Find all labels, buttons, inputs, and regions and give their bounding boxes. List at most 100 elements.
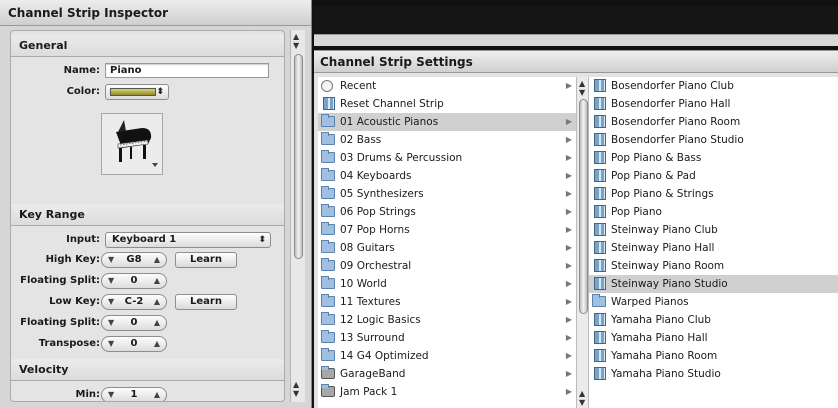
category-item[interactable]: 05 Synthesizers ▶: [318, 185, 586, 203]
inspector-scrollbar[interactable]: ▲ ▼ ▲ ▼: [290, 30, 305, 402]
velocity-section-heading[interactable]: Velocity: [11, 359, 284, 381]
channel-strip-icon: [594, 241, 606, 254]
folder-icon: [321, 240, 335, 253]
preset-item[interactable]: Warped Pianos: [589, 293, 838, 311]
category-item[interactable]: Recent ▶: [318, 77, 586, 95]
submenu-arrow-icon: ▶: [565, 315, 572, 324]
category-label: 09 Orchestral: [340, 260, 412, 272]
floating-split-stepper-2[interactable]: ▼ 0 ▲: [101, 315, 167, 331]
preset-item[interactable]: Yamaha Piano Club: [589, 311, 838, 329]
category-item[interactable]: 07 Pop Horns ▶: [318, 221, 586, 239]
preset-label: Pop Piano: [611, 206, 662, 218]
increment-icon[interactable]: ▲: [154, 253, 160, 267]
category-item[interactable]: 06 Pop Strings ▶: [318, 203, 586, 221]
scroll-down-icon[interactable]: ▲ ▼: [579, 389, 585, 407]
preset-item[interactable]: Pop Piano & Pad: [589, 167, 838, 185]
preset-item[interactable]: Bosendorfer Piano Hall: [589, 95, 838, 113]
channel-strip-icon: [594, 277, 606, 290]
decrement-icon[interactable]: ▼: [108, 388, 114, 401]
low-key-value: C-2: [124, 296, 144, 307]
folder-icon: [321, 330, 335, 343]
category-item[interactable]: 08 Guitars ▶: [318, 239, 586, 257]
key-range-section-heading[interactable]: Key Range: [11, 204, 284, 226]
category-label: 13 Surround: [340, 332, 405, 344]
decrement-icon[interactable]: ▼: [108, 316, 114, 330]
category-item[interactable]: 12 Logic Basics ▶: [318, 311, 586, 329]
preset-item[interactable]: Yamaha Piano Hall: [589, 329, 838, 347]
name-row: Name: Piano: [11, 63, 284, 81]
general-section-heading[interactable]: General: [11, 35, 284, 57]
increment-icon[interactable]: ▲: [154, 388, 160, 401]
preset-label: Yamaha Piano Club: [611, 314, 711, 326]
category-item[interactable]: 13 Surround ▶: [318, 329, 586, 347]
color-row: Color: ⬍: [11, 84, 284, 102]
submenu-arrow-icon: ▶: [565, 297, 572, 306]
folder-icon: [592, 294, 606, 307]
scroll-up-icon[interactable]: ▲ ▼: [293, 32, 299, 50]
preset-item[interactable]: Yamaha Piano Studio: [589, 365, 838, 383]
category-label: Recent: [340, 80, 377, 92]
floating-split-stepper-1[interactable]: ▼ 0 ▲: [101, 273, 167, 289]
channel-icon-well[interactable]: [101, 113, 163, 175]
folder-icon: [321, 276, 335, 289]
preset-item[interactable]: Yamaha Piano Room: [589, 347, 838, 365]
low-key-stepper[interactable]: ▼ C-2 ▲: [101, 294, 167, 310]
channel-strip-icon: [594, 313, 606, 326]
category-item[interactable]: 01 Acoustic Pianos ▶: [318, 113, 586, 131]
inspector-scroll-thumb[interactable]: [294, 54, 303, 259]
high-key-value: G8: [126, 254, 142, 265]
scroll-down-icon[interactable]: ▲ ▼: [293, 380, 299, 398]
preset-column: Bosendorfer Piano Club Bosendorfer Piano …: [588, 77, 838, 408]
name-field[interactable]: Piano: [105, 63, 269, 78]
scroll-up-icon[interactable]: ▲ ▼: [579, 79, 585, 97]
preset-item[interactable]: Pop Piano: [589, 203, 838, 221]
category-item[interactable]: GarageBand ▶: [318, 365, 586, 383]
category-item[interactable]: Jam Pack 1 ▶: [318, 383, 586, 401]
low-key-learn-button[interactable]: Learn: [175, 294, 237, 310]
velocity-min-stepper[interactable]: ▼ 1 ▲: [101, 387, 167, 401]
category-item[interactable]: 10 World ▶: [318, 275, 586, 293]
preset-item[interactable]: Bosendorfer Piano Studio: [589, 131, 838, 149]
category-item[interactable]: Reset Channel Strip: [318, 95, 586, 113]
increment-icon[interactable]: ▲: [154, 316, 160, 330]
submenu-arrow-icon: ▶: [565, 153, 572, 162]
preset-item[interactable]: Pop Piano & Strings: [589, 185, 838, 203]
category-item[interactable]: 03 Drums & Percussion ▶: [318, 149, 586, 167]
high-key-learn-button[interactable]: Learn: [175, 252, 237, 268]
category-scroll-thumb[interactable]: [579, 99, 588, 314]
submenu-arrow-icon: ▶: [565, 387, 572, 396]
preset-label: Yamaha Piano Hall: [611, 332, 708, 344]
transpose-stepper[interactable]: ▼ 0 ▲: [101, 336, 167, 352]
floating-split-value: 0: [130, 275, 138, 286]
preset-label: Bosendorfer Piano Hall: [611, 98, 731, 110]
category-item[interactable]: 02 Bass ▶: [318, 131, 586, 149]
preset-item[interactable]: Steinway Piano Studio: [589, 275, 838, 293]
channel-strip-icon: [594, 151, 606, 164]
channel-strip-icon: [594, 133, 606, 146]
decrement-icon[interactable]: ▼: [108, 295, 114, 309]
channel-strip-icon: [594, 97, 606, 110]
preset-item[interactable]: Bosendorfer Piano Club: [589, 77, 838, 95]
category-label: 12 Logic Basics: [340, 314, 421, 326]
preset-item[interactable]: Pop Piano & Bass: [589, 149, 838, 167]
high-key-row: High Key: ▼ G8 ▲ Learn: [11, 252, 284, 270]
decrement-icon[interactable]: ▼: [108, 253, 114, 267]
increment-icon[interactable]: ▲: [154, 337, 160, 351]
transpose-row: Transpose: ▼ 0 ▲: [11, 336, 284, 354]
category-item[interactable]: 11 Textures ▶: [318, 293, 586, 311]
preset-item[interactable]: Steinway Piano Club: [589, 221, 838, 239]
category-item[interactable]: 14 G4 Optimized ▶: [318, 347, 586, 365]
category-item[interactable]: 09 Orchestral ▶: [318, 257, 586, 275]
increment-icon[interactable]: ▲: [154, 295, 160, 309]
preset-item[interactable]: Bosendorfer Piano Room: [589, 113, 838, 131]
input-popup[interactable]: Keyboard 1 ⬍: [105, 232, 271, 248]
color-popup[interactable]: ⬍: [105, 84, 169, 100]
preset-item[interactable]: Steinway Piano Room: [589, 257, 838, 275]
high-key-stepper[interactable]: ▼ G8 ▲: [101, 252, 167, 268]
decrement-icon[interactable]: ▼: [108, 274, 114, 288]
preset-item[interactable]: Steinway Piano Hall: [589, 239, 838, 257]
category-item[interactable]: 04 Keyboards ▶: [318, 167, 586, 185]
channel-strip-icon: [594, 259, 606, 272]
increment-icon[interactable]: ▲: [154, 274, 160, 288]
decrement-icon[interactable]: ▼: [108, 337, 114, 351]
